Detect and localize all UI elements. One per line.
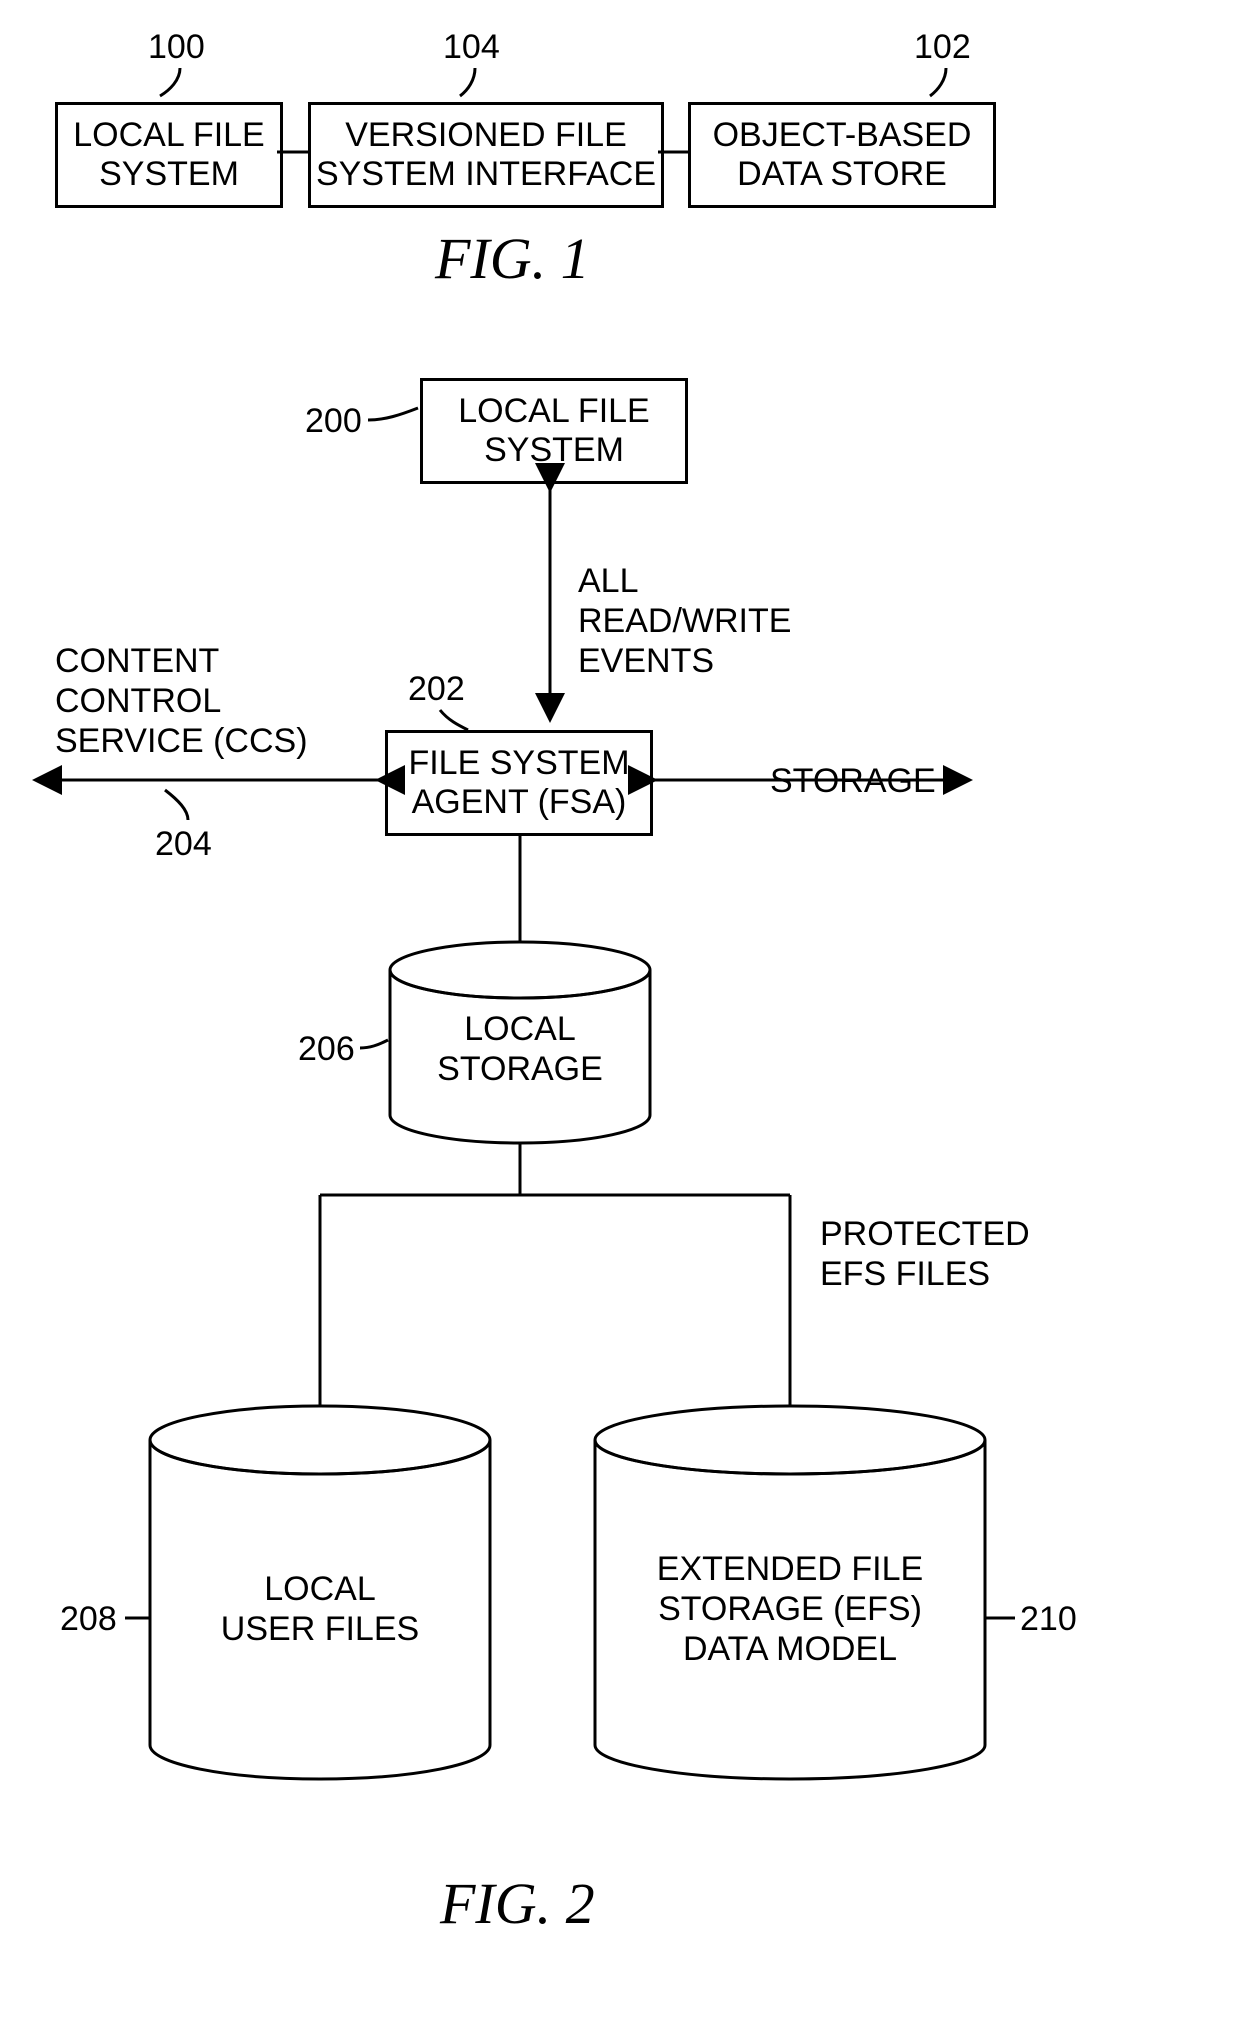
- fig2-cylinder-206: LOCAL STORAGE: [0, 0, 1240, 2034]
- svg-text:LOCAL: LOCAL: [464, 1010, 576, 1048]
- fig2-prot-l1: PROTECTED: [820, 1215, 1030, 1254]
- fig1-caption: FIG. 1: [435, 225, 590, 292]
- fig2-cylinder-208: LOCAL USER FILES: [0, 0, 1240, 2034]
- fig2-label-208: 208: [60, 1600, 117, 1639]
- svg-text:STORAGE (EFS): STORAGE (EFS): [658, 1590, 922, 1628]
- fig2-ccs-l1: CONTENT: [55, 642, 219, 681]
- svg-text:DATA MODEL: DATA MODEL: [683, 1630, 897, 1668]
- fig2-ccs-l2: CONTROL: [55, 682, 221, 721]
- fig2-ccs-l3: SERVICE (CCS): [55, 722, 308, 761]
- fig1-box-100-line1: LOCAL FILE: [73, 116, 264, 155]
- fig1-box-104-line2: SYSTEM INTERFACE: [316, 155, 656, 194]
- fig2-label-206: 206: [298, 1030, 355, 1069]
- fig1-label-102: 102: [914, 28, 971, 67]
- fig2-label-204: 204: [155, 825, 212, 864]
- fig1-box-104: VERSIONED FILE SYSTEM INTERFACE: [308, 102, 664, 208]
- fig2-cylinder-210: EXTENDED FILE STORAGE (EFS) DATA MODEL: [0, 0, 1240, 2034]
- fig2-box-202: FILE SYSTEM AGENT (FSA): [385, 730, 653, 836]
- fig1-label-100: 100: [148, 28, 205, 67]
- fig2-prot-l2: EFS FILES: [820, 1255, 990, 1294]
- fig2-all-events-l2: READ/WRITE: [578, 602, 791, 641]
- fig2-box-200-line2: SYSTEM: [484, 431, 624, 470]
- fig2-label-202: 202: [408, 670, 465, 709]
- fig2-box-202-line1: FILE SYSTEM: [408, 744, 629, 783]
- fig2-label-210: 210: [1020, 1600, 1077, 1639]
- fig1-box-104-line1: VERSIONED FILE: [345, 116, 627, 155]
- fig1-box-102-line1: OBJECT-BASED: [713, 116, 972, 155]
- fig1-box-100-line2: SYSTEM: [99, 155, 239, 194]
- fig1-box-102: OBJECT-BASED DATA STORE: [688, 102, 996, 208]
- fig2-box-200: LOCAL FILE SYSTEM: [420, 378, 688, 484]
- fig2-label-200: 200: [305, 402, 362, 441]
- fig1-label-104: 104: [443, 28, 500, 67]
- fig1-box-102-line2: DATA STORE: [737, 155, 947, 194]
- svg-text:USER FILES: USER FILES: [221, 1610, 419, 1648]
- fig1-box-100: LOCAL FILE SYSTEM: [55, 102, 283, 208]
- fig2-caption: FIG. 2: [440, 1870, 595, 1937]
- svg-text:EXTENDED FILE: EXTENDED FILE: [657, 1550, 923, 1588]
- fig2-all-events-l3: EVENTS: [578, 642, 714, 681]
- fig2-box-200-line1: LOCAL FILE: [458, 392, 649, 431]
- fig2-connectors: [0, 0, 1240, 2034]
- svg-text:STORAGE: STORAGE: [437, 1050, 603, 1088]
- fig2-box-202-line2: AGENT (FSA): [412, 783, 627, 822]
- svg-text:LOCAL: LOCAL: [264, 1570, 376, 1608]
- fig2-storage-label: STORAGE: [770, 762, 936, 801]
- fig2-all-events-l1: ALL: [578, 562, 639, 601]
